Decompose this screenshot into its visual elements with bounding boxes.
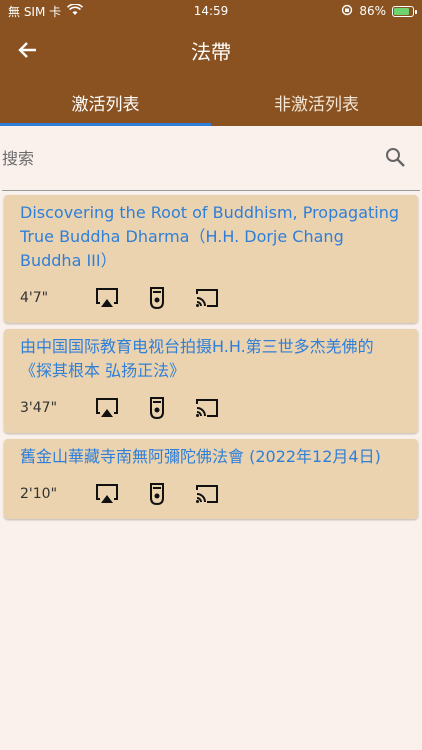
back-button[interactable]: [14, 36, 42, 64]
list-item[interactable]: Discovering the Root of Buddhism, Propag…: [4, 195, 418, 323]
page-title: 法帶: [191, 39, 231, 64]
speaker-icon[interactable]: [144, 285, 170, 311]
search-input[interactable]: [2, 126, 420, 190]
cast-icon[interactable]: [194, 395, 220, 421]
orientation-lock-icon: [341, 4, 353, 19]
search-icon[interactable]: [384, 146, 406, 168]
cast-icon[interactable]: [194, 481, 220, 507]
item-duration: 3'47": [20, 400, 58, 416]
list-item[interactable]: 舊金山華藏寺南無阿彌陀佛法會 (2022年12月4日) 2'10": [4, 439, 418, 519]
arrow-left-icon: [18, 42, 36, 58]
item-title[interactable]: 由中国国际教育电视台拍摄H.H.第三世多杰羌佛的《探其根本 弘扬正法》: [20, 335, 402, 383]
wifi-icon: [67, 2, 84, 19]
status-bar: 無 SIM 卡 14:59 86%: [0, 0, 422, 22]
app-header: 法帶: [0, 22, 422, 78]
carrier-label: 無 SIM 卡: [8, 4, 62, 19]
list-item[interactable]: 由中国国际教育电视台拍摄H.H.第三世多杰羌佛的《探其根本 弘扬正法》 3'47…: [4, 329, 418, 433]
airplay-icon[interactable]: [94, 285, 120, 311]
item-title[interactable]: 舊金山華藏寺南無阿彌陀佛法會 (2022年12月4日): [20, 445, 402, 469]
speaker-icon[interactable]: [144, 395, 170, 421]
speaker-icon[interactable]: [144, 481, 170, 507]
tab-bar: 激活列表 非激活列表: [0, 78, 422, 126]
item-title[interactable]: Discovering the Root of Buddhism, Propag…: [20, 201, 402, 273]
cast-icon[interactable]: [194, 285, 220, 311]
airplay-icon[interactable]: [94, 395, 120, 421]
tab-inactive-list[interactable]: 非激活列表: [211, 78, 422, 126]
audio-list: Discovering the Root of Buddhism, Propag…: [0, 191, 422, 529]
tab-active-list[interactable]: 激活列表: [0, 78, 211, 126]
item-duration: 4'7": [20, 290, 49, 306]
search-bar: [2, 126, 420, 191]
airplay-icon[interactable]: [94, 481, 120, 507]
battery-percent: 86%: [359, 4, 386, 18]
item-duration: 2'10": [20, 486, 58, 502]
battery-icon: [392, 5, 417, 17]
